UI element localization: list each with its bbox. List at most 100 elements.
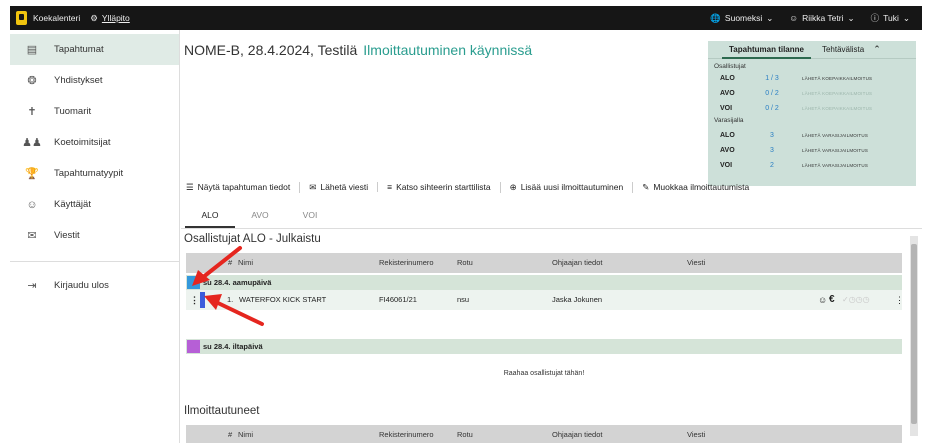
- participant-count: 0 / 2: [765, 105, 779, 112]
- mail-icon: ✉: [309, 181, 317, 192]
- table-row[interactable]: ⋮⋮ 1. WATERFOX KICK START FI46061/21 nsu…: [186, 290, 904, 310]
- sidebar-item-officials[interactable]: ♟♟ Koetoimitsijat: [10, 127, 179, 158]
- sidebar-item-associations[interactable]: ❂ Yhdistykset: [10, 65, 179, 96]
- group-color-swatch: [187, 276, 200, 289]
- top-bar: Koekalenteri ⚙ Ylläpito 🌐 Suomeksi ⌄ ☺ R…: [10, 6, 922, 30]
- app-window: Koekalenteri ⚙ Ylläpito 🌐 Suomeksi ⌄ ☺ R…: [10, 6, 922, 443]
- dog-reg: FI46061/21: [379, 295, 417, 304]
- mail-icon: ✉: [27, 230, 37, 242]
- admin-label: Ylläpito: [101, 13, 130, 23]
- sidebar-item-label: Yhdistykset: [54, 75, 103, 86]
- send-invitation-button[interactable]: LÄHETÄ KOEPAIKKAILMOITUS: [802, 76, 916, 81]
- tab-avo[interactable]: AVO: [235, 202, 285, 228]
- reserve-count: 3: [770, 147, 774, 154]
- col-reg[interactable]: Rekisterinumero: [379, 425, 434, 443]
- start-list-button[interactable]: ≡ Katso sihteerin starttilista: [377, 182, 499, 192]
- reserve-row: VOI 2 LÄHETÄ VARASIJAILMOITUS: [708, 158, 916, 173]
- logout-label: Kirjaudu ulos: [54, 280, 109, 291]
- event-status: Ilmoittautuminen käynnissä: [363, 42, 533, 58]
- user-icon: ☺: [789, 13, 799, 23]
- sidebar-item-label: Koetoimitsijat: [54, 137, 111, 148]
- user-menu[interactable]: ☺ Riikka Tetri ⌄: [789, 13, 854, 24]
- sidebar-item-label: Tuomarit: [54, 106, 92, 117]
- send-reserve-notice-button[interactable]: LÄHETÄ VARASIJAILMOITUS: [802, 163, 916, 168]
- row-number: 1.: [227, 295, 234, 304]
- group-header: su 28.4. aamupäivä: [186, 275, 902, 290]
- participants-table-header: # Nimi Rekisterinumero Rotu Ohjaajan tie…: [186, 253, 902, 273]
- send-invitation-button: LÄHETÄ KOEPAIKKAILMOITUS: [802, 91, 873, 96]
- class-label: AVO: [720, 90, 735, 97]
- group-label: su 28.4. iltapäivä: [203, 342, 263, 351]
- more-icon[interactable]: ⋮: [895, 290, 904, 310]
- group-color-bar: [200, 292, 205, 308]
- page-title: NOME-B, 28.4.2024, Testilä Ilmoittautumin…: [184, 42, 532, 58]
- tab-alo[interactable]: ALO: [185, 202, 235, 228]
- sidebar-item-judges[interactable]: ✝ Tuomarit: [10, 96, 179, 127]
- dog-name: WATERFOX KICK START: [239, 295, 327, 304]
- col-message[interactable]: Viesti: [687, 253, 705, 273]
- drag-handle-icon[interactable]: ⋮⋮: [190, 290, 208, 310]
- list-numbered-icon: ≡: [387, 182, 393, 192]
- tab-voi[interactable]: VOI: [285, 202, 335, 228]
- sidebar-item-label: Tapahtumat: [54, 44, 104, 55]
- class-label: VOI: [720, 162, 733, 169]
- sidebar-item-users[interactable]: ☺ Käyttäjät: [10, 189, 179, 220]
- action-label: Lähetä viesti: [320, 182, 369, 192]
- app-title-link[interactable]: Koekalenteri: [33, 13, 80, 23]
- sidebar-item-events[interactable]: ▤ Tapahtumat: [10, 34, 179, 65]
- group-label: su 28.4. aamupäivä: [203, 278, 272, 287]
- sidebar-item-messages[interactable]: ✉ Viestit: [10, 220, 179, 251]
- sidebar-item-event-types[interactable]: 🏆 Tapahtumatyypit: [10, 158, 179, 189]
- group-icon: ❂: [27, 75, 37, 87]
- action-label: Katso sihteerin starttilista: [396, 182, 491, 192]
- class-tabs: ALO AVO VOI: [185, 202, 335, 228]
- edit-registration-button[interactable]: ✎ Muokkaa ilmoittautumista: [632, 181, 758, 193]
- col-reg[interactable]: Rekisterinumero: [379, 253, 434, 273]
- action-label: Lisää uusi ilmoittautuminen: [520, 182, 624, 192]
- reserve-row: AVO 3 LÄHETÄ VARASIJAILMOITUS: [708, 143, 916, 158]
- admin-link[interactable]: ⚙ Ylläpito: [90, 13, 130, 24]
- help-menu[interactable]: ⓘ Tuki ⌄: [871, 12, 910, 24]
- main-content: NOME-B, 28.4.2024, Testilä Ilmoittautumin…: [181, 30, 922, 443]
- send-reserve-notice-button[interactable]: LÄHETÄ VARASIJAILMOITUS: [802, 133, 916, 138]
- tab-event-status[interactable]: Tapahtuman tilanne: [722, 41, 811, 59]
- group-header: su 28.4. iltapäivä: [186, 339, 902, 354]
- col-name[interactable]: Nimi: [238, 425, 253, 443]
- language-menu[interactable]: 🌐 Suomeksi ⌄: [710, 13, 773, 24]
- show-event-details-button[interactable]: ☰ Näytä tapahtuman tiedot: [186, 182, 299, 193]
- sidebar-item-label: Tapahtumatyypit: [54, 168, 124, 179]
- scrollbar-thumb[interactable]: [911, 244, 917, 424]
- class-label: ALO: [720, 75, 735, 82]
- class-label: VOI: [720, 105, 733, 112]
- action-label: Muokkaa ilmoittautumista: [653, 182, 750, 192]
- col-name[interactable]: Nimi: [238, 253, 253, 273]
- col-handler[interactable]: Ohjaajan tiedot: [552, 425, 602, 443]
- reserve-count: 3: [770, 132, 774, 139]
- send-message-button[interactable]: ✉ Lähetä viesti: [299, 181, 377, 193]
- status-panel-tabs: Tapahtuman tilanne Tehtävälista ⌃: [708, 41, 916, 59]
- action-toolbar: ☰ Näytä tapahtuman tiedot ✉ Lähetä viest…: [186, 180, 886, 194]
- list-icon: ☰: [186, 181, 194, 192]
- trophy-icon: 🏆: [25, 168, 39, 180]
- handler-name: Jaska Jokunen: [552, 295, 603, 304]
- sidebar-item-label: Viestit: [54, 230, 80, 241]
- calendar-icon: ▤: [26, 44, 38, 56]
- col-message[interactable]: Viesti: [687, 425, 705, 443]
- chevron-up-icon[interactable]: ⌃: [873, 44, 881, 55]
- col-number: #: [228, 258, 233, 267]
- col-handler[interactable]: Ohjaajan tiedot: [552, 253, 602, 273]
- participants-content: Osallistujat ALO - Julkaistu # Nimi Reki…: [181, 229, 922, 443]
- sidebar-item-label: Käyttäjät: [54, 199, 91, 210]
- col-breed[interactable]: Rotu: [457, 425, 473, 443]
- send-reserve-notice-button[interactable]: LÄHETÄ VARASIJAILMOITUS: [802, 148, 916, 153]
- class-label: ALO: [720, 132, 735, 139]
- col-breed[interactable]: Rotu: [457, 253, 473, 273]
- add-registration-button[interactable]: ⊕ Lisää uusi ilmoittautuminen: [499, 181, 633, 193]
- user-icon: ☺: [26, 198, 38, 211]
- participants-heading: Osallistujat ALO - Julkaistu: [184, 233, 321, 245]
- pencil-icon: ✎: [642, 181, 650, 192]
- scrollbar[interactable]: [910, 236, 918, 436]
- judge-icon: ✝: [27, 106, 37, 118]
- tab-task-list[interactable]: Tehtävälista: [815, 45, 871, 54]
- logout-button[interactable]: ⇥ Kirjaudu ulos: [10, 270, 179, 301]
